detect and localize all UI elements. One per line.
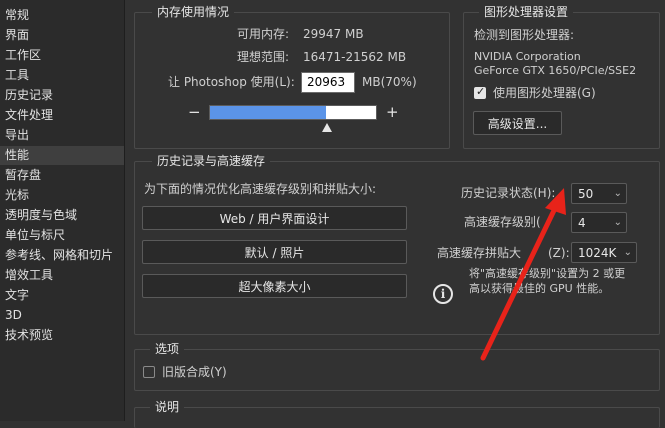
annotation-arrow-head bbox=[545, 188, 566, 215]
annotation-arrow-shaft bbox=[480, 197, 562, 361]
annotation-arrow bbox=[480, 188, 566, 361]
